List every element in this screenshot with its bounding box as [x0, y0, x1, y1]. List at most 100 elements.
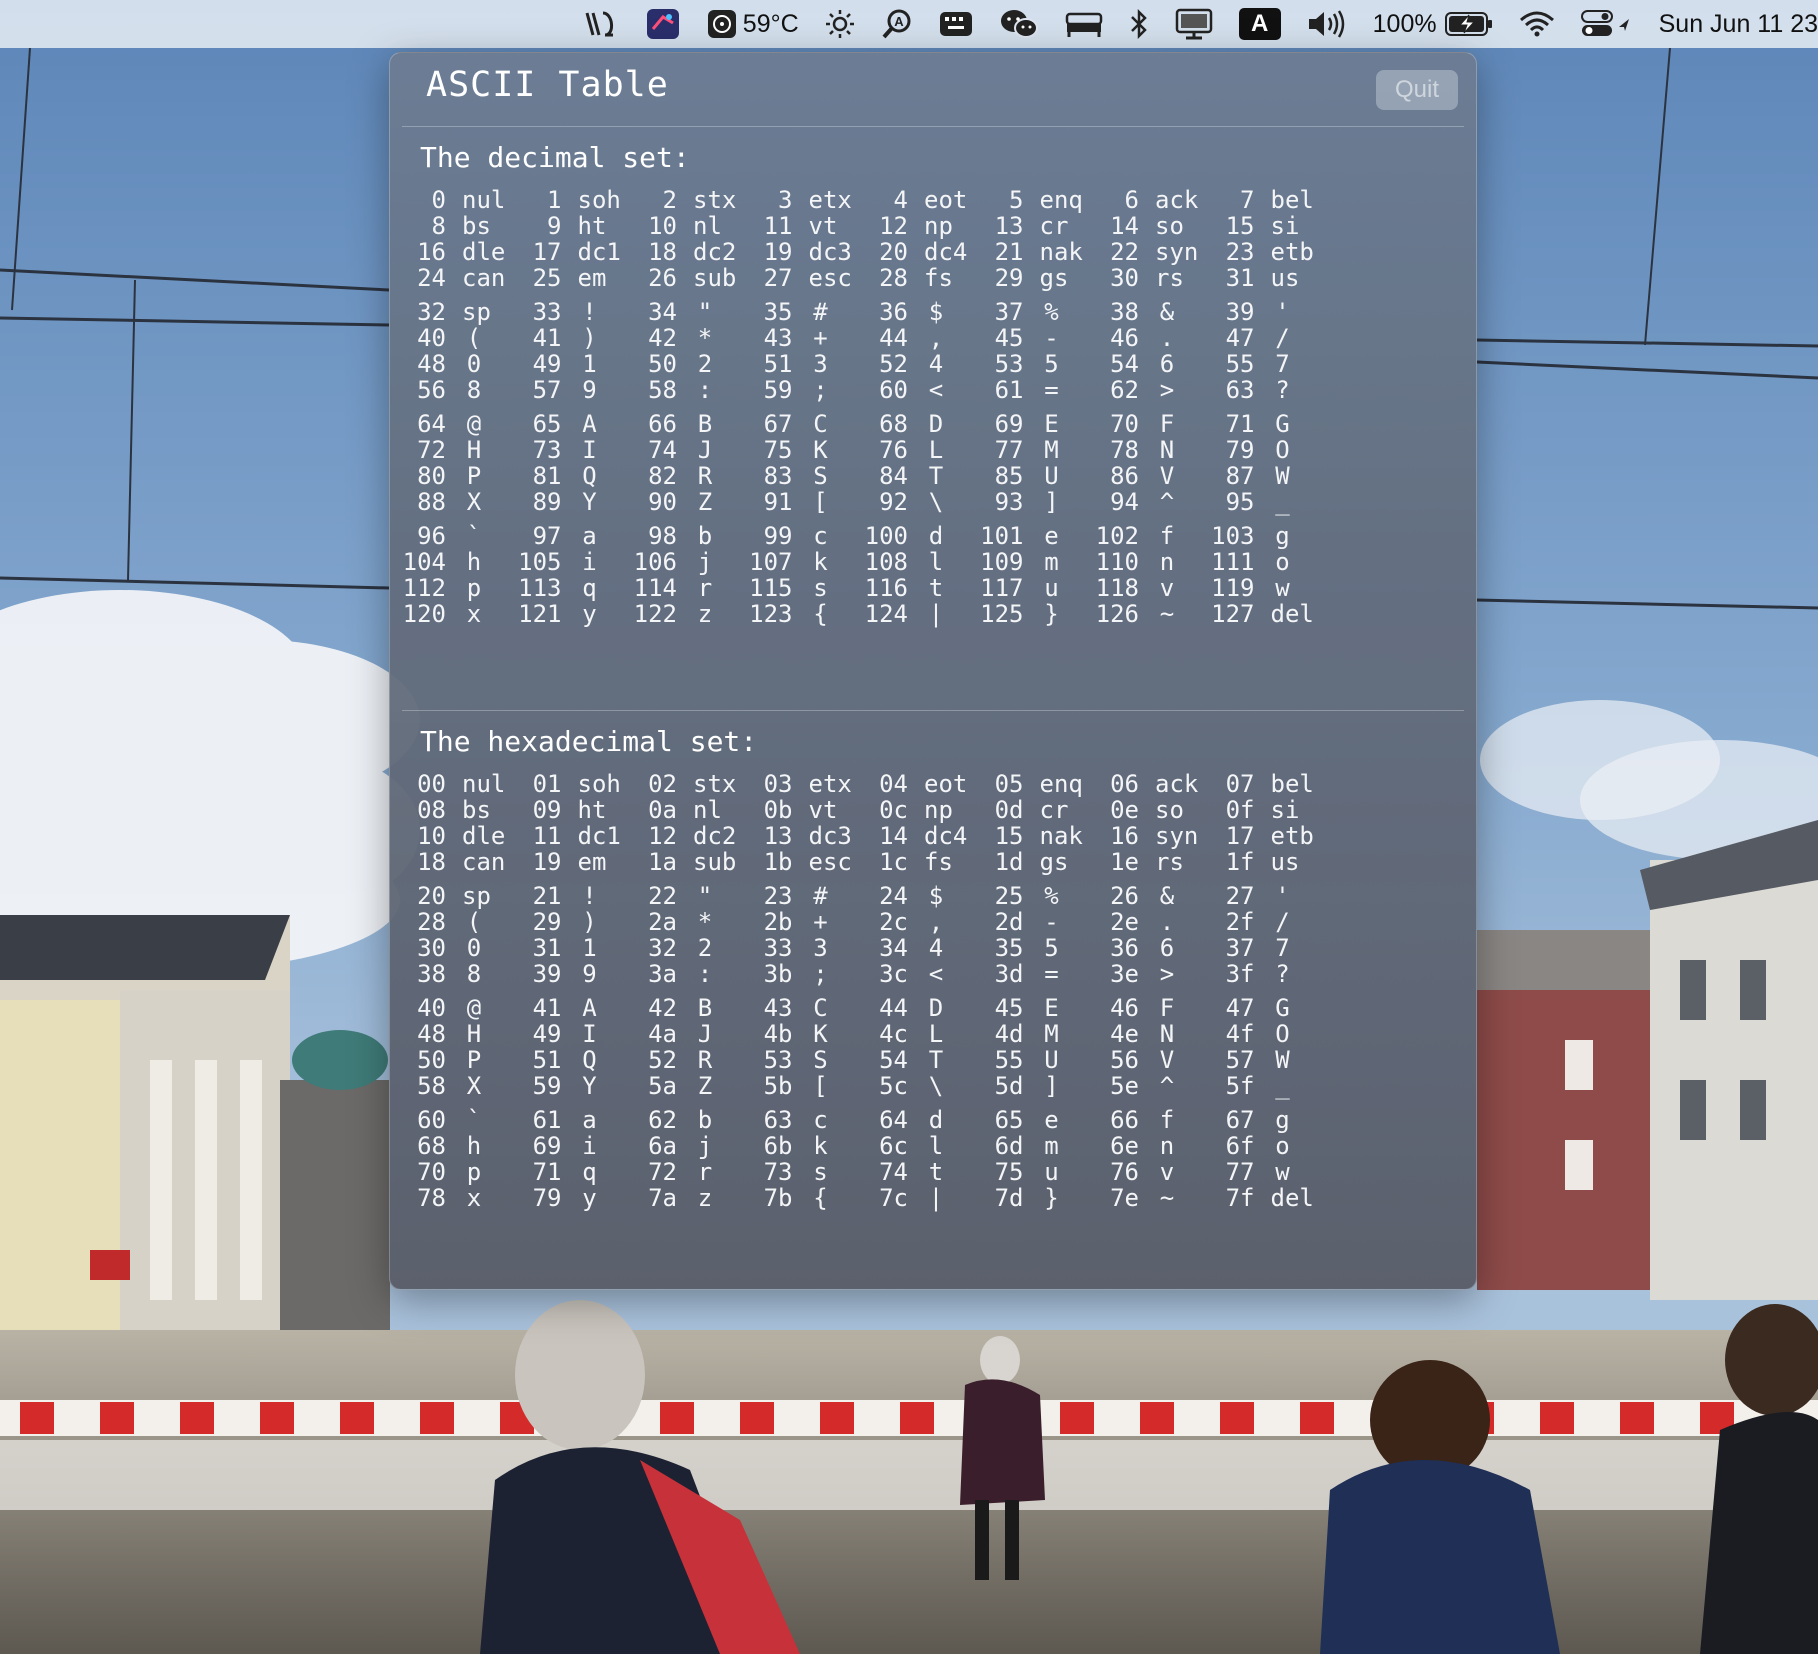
ascii-character: : — [697, 376, 713, 404]
ascii-character: us — [1270, 848, 1300, 876]
ascii-code: 63 — [1225, 376, 1255, 404]
ascii-cell: 57 9 — [514, 375, 648, 405]
temperature-label: 59°C — [742, 9, 799, 38]
ascii-cell: 30 rs — [1091, 263, 1225, 293]
ascii-code: 88 — [417, 488, 446, 516]
ascii-character: Y — [582, 488, 597, 516]
hexadecimal-table-row: 28(29) 2a * 2b +2c, 2d -2e. 2f / — [390, 907, 1478, 936]
ascii-code: 58 — [648, 376, 677, 404]
keyboard-icon[interactable] — [939, 0, 973, 48]
ascii-code: 1a — [648, 848, 677, 876]
ascii-code: 59 — [763, 376, 793, 404]
ascii-code: 31 — [1225, 264, 1255, 292]
quit-button[interactable]: Quit — [1376, 70, 1458, 110]
ascii-code: 7d — [994, 1184, 1024, 1212]
ascii-cell: 58 X — [398, 1071, 532, 1101]
decimal-table-group: 0 nul 1 soh 2 stx 3 etx 4 eot 5 enq 6 ack 7 bel 8 bs 9 ht 10… — [390, 185, 1478, 297]
ascii-code: 1b — [763, 848, 793, 876]
decimal-table-row: 72 H 73 I 74 J 75 K 76 L 77 M 78 N 79 O — [390, 435, 1478, 464]
ascii-cell: 19 em — [514, 847, 648, 877]
ascii-cell: 122 z — [629, 599, 763, 629]
app-icon[interactable] — [645, 0, 681, 48]
ascii-cell: 3e > — [1091, 959, 1225, 989]
ascii-character: ? — [1275, 376, 1290, 404]
ascii-character: < — [928, 376, 944, 404]
hexadecimal-table-group: 40 @41 A 42 B 43 C 44 D 45 E 46 F 47 G 48 H 49 I 4a J 4b K 4c L 4… — [390, 993, 1478, 1105]
decimal-table-row: 40(41) 42 * 43 +44, 45-46. 47/ — [390, 323, 1478, 352]
ascii-cell: 61 = — [976, 375, 1110, 405]
hexadecimal-table-row: 38 8 39 9 3a:3b; 3c <3d = 3e >3f? — [390, 959, 1478, 988]
ascii-character: : — [697, 960, 713, 988]
ascii-cell: 56 8 — [398, 375, 532, 405]
ascii-code: 3b — [763, 960, 793, 988]
ascii-character: can — [462, 848, 506, 876]
volume-icon[interactable] — [1307, 0, 1347, 48]
ascii-cell: 3d = — [976, 959, 1110, 989]
ascii-character: del — [1270, 600, 1314, 628]
alfred-icon[interactable] — [583, 0, 619, 48]
ascii-character: > — [1159, 960, 1175, 988]
ascii-character: Z — [697, 1072, 713, 1100]
ascii-character: gs — [1039, 264, 1069, 292]
ascii-code: 3c — [879, 960, 908, 988]
ascii-code: 19 — [532, 848, 562, 876]
input-source-icon[interactable]: A — [1238, 0, 1281, 48]
ascii-character: | — [928, 600, 944, 628]
ascii-cell: 7d} — [976, 1183, 1110, 1213]
ascii-code: 61 — [994, 376, 1024, 404]
battery-indicator[interactable]: 100% — [1373, 0, 1493, 48]
ascii-character: ^ — [1159, 488, 1175, 516]
battery-percent-label: 100% — [1372, 9, 1437, 38]
decimal-table-row: 64 @65 A 66 B 67 C 68 D 69 E 70 F 71 G — [390, 409, 1478, 438]
bluetooth-icon[interactable] — [1129, 0, 1149, 48]
ascii-cell: 28 fs — [860, 263, 994, 293]
ascii-code: 7a — [648, 1184, 677, 1212]
ascii-character: { — [813, 600, 828, 628]
wifi-icon[interactable] — [1519, 0, 1555, 48]
ascii-code: 38 — [417, 960, 446, 988]
brightness-icon[interactable] — [825, 0, 855, 48]
bed-icon[interactable] — [1065, 0, 1103, 48]
ascii-cell: 79 y — [514, 1183, 648, 1213]
ascii-character: y — [582, 600, 597, 628]
ascii-character: del — [1270, 1184, 1314, 1212]
ascii-code: 1e — [1110, 848, 1139, 876]
ascii-character: Z — [697, 488, 713, 516]
ascii-character: } — [1044, 1184, 1059, 1212]
ascii-cell: 59; — [745, 375, 879, 405]
ascii-code: 78 — [417, 1184, 446, 1212]
ascii-code: 58 — [417, 1072, 446, 1100]
ascii-cell: 1b esc — [745, 847, 879, 877]
ascii-code: 25 — [532, 264, 562, 292]
cpu-fan-icon[interactable]: 59°C — [707, 0, 799, 48]
ascii-cell: 125} — [976, 599, 1110, 629]
decimal-table-row: 32 sp 33! 34 " 35 #36 $37% 38 & 39 ' — [390, 297, 1478, 326]
control-center-icon[interactable] — [1580, 0, 1633, 48]
ascii-cell: 39 9 — [514, 959, 648, 989]
ascii-character: ~ — [1159, 1184, 1175, 1212]
ascii-code: 56 — [417, 376, 446, 404]
wechat-icon[interactable] — [999, 0, 1039, 48]
ascii-cell: 1c fs — [860, 847, 994, 877]
ascii-code: 5b — [763, 1072, 793, 1100]
ascii-code: 124 — [864, 600, 908, 628]
hexadecimal-table-row: 00 nul 01 soh 02 stx 03 etx 04 eot 05 enq 06 ack 07 bel — [390, 769, 1478, 798]
ascii-character: em — [577, 264, 607, 292]
display-icon[interactable] — [1175, 0, 1213, 48]
ascii-cell: 1a sub — [629, 847, 763, 877]
decimal-set-heading: The decimal set: — [420, 141, 690, 174]
ascii-cell: 3b; — [745, 959, 879, 989]
ascii-cell: 62 > — [1091, 375, 1225, 405]
ascii-cell: 5a Z — [629, 1071, 763, 1101]
ascii-character: 9 — [582, 376, 597, 404]
menu-bar-clock[interactable]: Sun Jun 11 23 — [1659, 0, 1818, 48]
ascii-cell: 24 can — [398, 263, 532, 293]
ascii-code: 121 — [518, 600, 562, 628]
ascii-character: \ — [928, 488, 944, 516]
ascii-character: z — [697, 600, 713, 628]
ascii-code: 7c — [879, 1184, 908, 1212]
decimal-table-group: 96 ` 97 a 98 b 99 c 100 d 101 e 102 f 103 g 104 h 105 i 106 j… — [390, 521, 1478, 628]
hexadecimal-table-row: 68 h 69 i 6a j 6b k 6c l 6d m 6e n 6f o — [390, 1131, 1478, 1160]
ascii-code: 7e — [1110, 1184, 1139, 1212]
spotlight-icon[interactable]: A — [881, 0, 913, 48]
